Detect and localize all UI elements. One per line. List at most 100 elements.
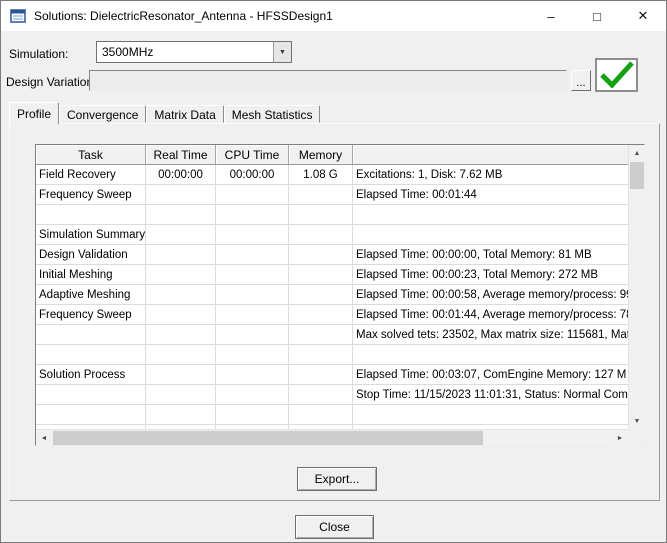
table-cell [289,225,353,244]
table-row [36,205,628,225]
table-row [36,405,628,425]
table-cell [289,405,353,424]
table-cell [36,325,146,344]
table-cell [216,385,289,404]
table-cell [216,285,289,304]
table-cell [216,205,289,224]
table-cell [146,365,216,384]
tab-mesh-statistics[interactable]: Mesh Statistics [224,105,321,123]
table-cell: Max solved tets: 23502, Max matrix size:… [353,325,628,344]
browse-button[interactable]: ... [571,70,591,91]
horizontal-scrollbar-thumb[interactable] [53,431,483,445]
scroll-left-icon[interactable]: ◄ [36,430,52,446]
vertical-scrollbar-thumb[interactable] [630,162,644,189]
column-header-task[interactable]: Task [36,145,146,164]
table-cell [36,405,146,424]
table-cell [146,245,216,264]
table-row: Frequency SweepElapsed Time: 00:01:44 [36,185,628,205]
horizontal-scrollbar[interactable]: ◄ ► [36,429,628,445]
tab-strip: Profile Convergence Matrix Data Mesh Sta… [9,102,320,123]
table-cell [353,405,628,424]
table-cell [146,265,216,284]
table-cell: 1.08 G [289,165,353,184]
table-cell: Adaptive Meshing [36,285,146,304]
table-cell [216,365,289,384]
column-header-cpu-time[interactable]: CPU Time [216,145,289,164]
table-cell [146,325,216,344]
table-cell: Elapsed Time: 00:01:44, Average memory/p… [353,305,628,324]
table-cell: Solution Process [36,365,146,384]
table-cell [353,345,628,364]
green-check-icon [599,60,635,91]
table-cell [289,245,353,264]
table-body: Field Recovery00:00:0000:00:001.08 GExci… [36,165,628,429]
table-cell: 00:00:00 [146,165,216,184]
validation-check-button[interactable] [595,58,638,92]
column-header-real-time[interactable]: Real Time [146,145,216,164]
table-cell [289,365,353,384]
close-dialog-button[interactable]: Close [295,515,374,539]
table-cell [353,225,628,244]
table-row: Design Validation Elapsed Time: 00:00:00,… [36,245,628,265]
table-row [36,345,628,365]
maximize-button[interactable]: □ [574,1,620,31]
scroll-down-icon[interactable]: ▼ [629,413,645,429]
table-cell: Elapsed Time: 00:00:58, Average memory/p… [353,285,628,304]
table-cell [289,265,353,284]
chevron-down-icon[interactable]: ▼ [273,42,291,62]
table-cell [36,205,146,224]
table-cell: Stop Time: 11/15/2023 11:01:31, Status: … [353,385,628,404]
tab-profile[interactable]: Profile [9,102,59,124]
table-cell [216,345,289,364]
table-row: Field Recovery00:00:0000:00:001.08 GExci… [36,165,628,185]
table-cell [289,185,353,204]
window-controls: – □ ✕ [528,1,666,31]
minimize-button[interactable]: – [528,1,574,31]
table-cell: Excitations: 1, Disk: 7.62 MB [353,165,628,184]
table-cell [289,205,353,224]
table-cell [289,285,353,304]
close-button[interactable]: ✕ [620,1,666,31]
profile-tab-panel: Task Real Time CPU Time Memory Field Rec… [9,123,660,501]
table-cell [146,285,216,304]
table-cell [289,325,353,344]
table-cell [216,325,289,344]
table-cell [146,345,216,364]
scroll-up-icon[interactable]: ▲ [629,145,645,161]
export-button[interactable]: Export... [297,467,377,491]
table-cell [146,405,216,424]
table-cell [146,205,216,224]
table-row: Max solved tets: 23502, Max matrix size:… [36,325,628,345]
table-cell [146,225,216,244]
table-cell [216,305,289,324]
scroll-right-icon[interactable]: ► [612,430,628,446]
table-cell [216,245,289,264]
table-cell [146,185,216,204]
table-cell: 00:00:00 [216,165,289,184]
profile-table-frame: Task Real Time CPU Time Memory Field Rec… [35,144,645,446]
table-row: Adaptive Meshing Elapsed Time: 00:00:58, … [36,285,628,305]
app-icon [10,8,26,24]
table-cell: Elapsed Time: 00:00:00, Total Memory: 81… [353,245,628,264]
column-header-info[interactable] [353,145,628,164]
tab-convergence[interactable]: Convergence [59,105,146,123]
table-cell [36,385,146,404]
vertical-scrollbar[interactable]: ▲ ▼ [628,145,644,429]
profile-table: Task Real Time CPU Time Memory Field Rec… [36,145,628,429]
table-row: Frequency SweepElapsed Time: 00:01:44, A… [36,305,628,325]
table-cell: Simulation Summary [36,225,146,244]
table-cell [216,265,289,284]
simulation-selected-value: 3500MHz [97,42,273,62]
table-cell [36,345,146,364]
column-header-memory[interactable]: Memory [289,145,353,164]
table-cell: Elapsed Time: 00:00:23, Total Memory: 27… [353,265,628,284]
table-cell: Elapsed Time: 00:01:44 [353,185,628,204]
tab-matrix-data[interactable]: Matrix Data [146,105,223,123]
table-cell: Initial Meshing [36,265,146,284]
design-variation-field[interactable] [89,70,567,91]
table-cell: Design Validation [36,245,146,264]
table-cell [146,305,216,324]
table-cell [146,385,216,404]
simulation-select[interactable]: 3500MHz ▼ [96,41,292,63]
table-cell [216,185,289,204]
